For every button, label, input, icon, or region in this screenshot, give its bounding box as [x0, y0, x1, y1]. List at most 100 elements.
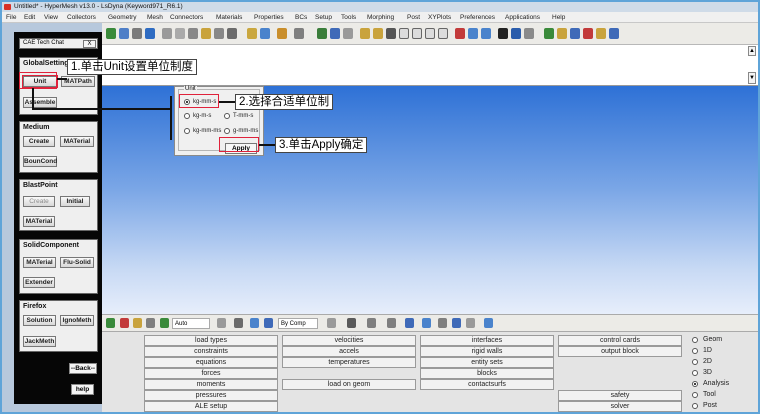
- menu-materials[interactable]: Materials: [216, 13, 242, 22]
- menu-xyplots[interactable]: XYPlots: [428, 13, 451, 22]
- blastpoint-initial-button[interactable]: Initial: [60, 196, 90, 207]
- visual-icon[interactable]: [583, 28, 593, 39]
- scroll-down-icon[interactable]: ▼: [748, 72, 756, 84]
- cube-icon[interactable]: [412, 28, 422, 39]
- menu-applications[interactable]: Applications: [505, 13, 540, 22]
- menu-tools[interactable]: Tools: [341, 13, 356, 22]
- menu-mesh[interactable]: Mesh: [147, 13, 163, 22]
- sidebar-close-button[interactable]: X: [83, 40, 96, 48]
- blastpoint-create-button[interactable]: Create: [23, 196, 55, 207]
- solution-button[interactable]: Solution: [23, 315, 56, 326]
- import-icon[interactable]: [277, 28, 287, 39]
- display-icon[interactable]: [247, 28, 257, 39]
- panel-accels[interactable]: accels: [282, 346, 416, 357]
- sigma-calc-icon[interactable]: [511, 28, 521, 39]
- menu-bcs[interactable]: BCs: [295, 13, 307, 22]
- clip-icon[interactable]: [422, 318, 431, 328]
- menu-post[interactable]: Post: [407, 13, 420, 22]
- radio-geom[interactable]: Geom: [692, 335, 722, 345]
- auto-select[interactable]: Auto: [172, 318, 210, 329]
- extender-button[interactable]: Extender: [23, 277, 55, 288]
- zoom-area-icon[interactable]: [175, 28, 185, 39]
- assemble-button[interactable]: Assemble: [23, 97, 57, 108]
- spin-icon[interactable]: [227, 28, 237, 39]
- export-icon[interactable]: [294, 28, 304, 39]
- unit-option-g-mm-ms[interactable]: g-mm-ms: [224, 127, 258, 135]
- menu-collectors[interactable]: Collectors: [67, 13, 96, 22]
- radio-analysis[interactable]: Analysis: [692, 379, 729, 389]
- spline-icon[interactable]: [360, 28, 370, 39]
- grid-icon[interactable]: [438, 318, 447, 328]
- light-icon[interactable]: [217, 318, 226, 328]
- solid-material-button[interactable]: MATerial: [23, 257, 56, 268]
- cube-icon[interactable]: [438, 28, 448, 39]
- back-button[interactable]: --Back--: [69, 363, 97, 374]
- panel-blocks[interactable]: blocks: [420, 368, 554, 379]
- panel-interfaces[interactable]: interfaces: [420, 335, 554, 346]
- radio-1d[interactable]: 1D: [692, 346, 712, 356]
- panel-moments[interactable]: moments: [144, 379, 278, 390]
- panel-contactsurfs[interactable]: contactsurfs: [420, 379, 554, 390]
- fit-icon[interactable]: [132, 28, 142, 39]
- model-icon[interactable]: [570, 28, 580, 39]
- menu-properties[interactable]: Properties: [254, 13, 284, 22]
- medium-boundcond-button[interactable]: BounCond: [23, 156, 57, 167]
- panel-solver[interactable]: solver: [558, 401, 682, 412]
- panel-pressures[interactable]: pressures: [144, 390, 278, 401]
- cube-icon[interactable]: [425, 28, 435, 39]
- radio-post[interactable]: Post: [692, 401, 717, 411]
- hand-icon[interactable]: [145, 28, 155, 39]
- view-icon[interactable]: [214, 28, 224, 39]
- solid-icon[interactable]: [386, 28, 396, 39]
- panel-safety[interactable]: safety: [558, 390, 682, 401]
- menu-view[interactable]: View: [44, 13, 58, 22]
- rotate-icon[interactable]: [201, 28, 211, 39]
- panel-load-on-geom[interactable]: load on geom: [282, 379, 416, 390]
- scroll-up-icon[interactable]: ▲: [748, 46, 756, 56]
- user-icon[interactable]: [596, 28, 606, 39]
- wire-icon[interactable]: [327, 318, 336, 328]
- measure-icon[interactable]: [343, 28, 353, 39]
- medium-material-button[interactable]: MATerial: [60, 136, 94, 147]
- display-icon[interactable]: [106, 318, 115, 328]
- sigma-icon[interactable]: [498, 28, 508, 39]
- calc-icon[interactable]: [330, 28, 340, 39]
- unit-option-kg-mm-ms[interactable]: kg-mm-ms: [184, 127, 221, 135]
- color-icon[interactable]: [264, 318, 273, 328]
- box-icon[interactable]: [250, 318, 259, 328]
- table-icon[interactable]: [524, 28, 534, 39]
- pin-icon[interactable]: [466, 318, 475, 328]
- feature-icon[interactable]: [387, 318, 396, 328]
- mirror-icon[interactable]: [468, 28, 478, 39]
- menu-geometry[interactable]: Geometry: [108, 13, 137, 22]
- hide-icon[interactable]: [260, 28, 270, 39]
- panel-entity-sets[interactable]: entity sets: [420, 357, 554, 368]
- panel-output-block[interactable]: output block: [558, 346, 682, 357]
- menu-morphing[interactable]: Morphing: [367, 13, 394, 22]
- translate-icon[interactable]: [481, 28, 491, 39]
- radio-2d[interactable]: 2D: [692, 357, 712, 367]
- menu-connectors[interactable]: Connectors: [170, 13, 203, 22]
- ignometh-button[interactable]: IgnoMeth: [60, 315, 94, 326]
- line-icon[interactable]: [373, 28, 383, 39]
- unit-option-t-mm-s[interactable]: T-mm-s: [224, 112, 253, 120]
- solid-shade-icon[interactable]: [347, 318, 356, 328]
- zoom-icon[interactable]: [162, 28, 172, 39]
- delete-icon[interactable]: [120, 318, 129, 328]
- shade-icon[interactable]: [234, 318, 243, 328]
- panel-load-types[interactable]: load types: [144, 335, 278, 346]
- pan-icon[interactable]: [188, 28, 198, 39]
- unit-option-kg-m-s[interactable]: kg-m-s: [184, 112, 211, 120]
- panel-forces[interactable]: forces: [144, 368, 278, 379]
- tree-icon[interactable]: [544, 28, 554, 39]
- edge-icon[interactable]: [367, 318, 376, 328]
- settings-icon[interactable]: [609, 28, 619, 39]
- mask-icon[interactable]: [119, 28, 129, 39]
- tools-icon[interactable]: [146, 318, 155, 328]
- cube-icon[interactable]: [399, 28, 409, 39]
- panel-velocities[interactable]: velocities: [282, 335, 416, 346]
- blastpoint-material-button[interactable]: MATerial: [23, 216, 55, 227]
- menu-setup[interactable]: Setup: [315, 13, 332, 22]
- panel-constraints[interactable]: constraints: [144, 346, 278, 357]
- radio-3d[interactable]: 3D: [692, 368, 712, 378]
